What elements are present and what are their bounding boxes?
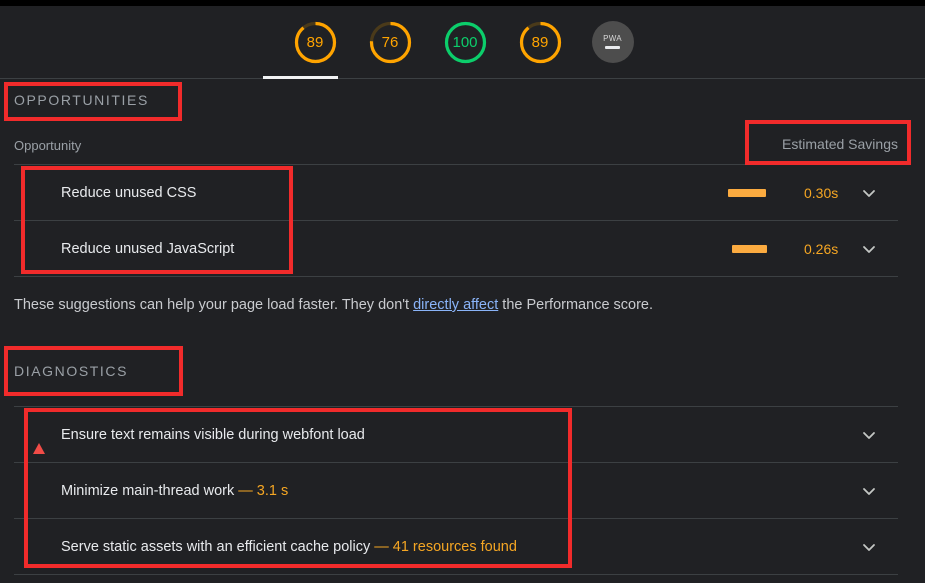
chevron-down-icon[interactable] [862,540,876,554]
diagnostic-row-main-thread-work[interactable]: Minimize main-thread work — 3.1 s [14,463,898,519]
active-tab-indicator [263,76,338,79]
pwa-dash-icon [605,46,620,49]
diagnostics-section-title: DIAGNOSTICS [14,363,129,379]
diagnostic-title: Minimize main-thread work — 3.1 s [61,483,288,499]
gauge-performance[interactable]: 89 [292,19,339,66]
lighthouse-report-panel: 89 76 100 89 PWA OPPORTUNITIES Opportuni… [0,0,925,583]
column-header-estimated-savings: Estimated Savings [782,136,898,152]
gauge-best-practices[interactable]: 100 [442,19,489,66]
diagnostic-row-cache-policy[interactable]: Serve static assets with an efficient ca… [14,519,898,575]
diagnostic-title-text: Minimize main-thread work [61,483,235,499]
divider [14,276,898,277]
opportunity-title: Reduce unused CSS [61,185,197,201]
diagnostic-title: Ensure text remains visible during webfo… [61,427,365,443]
savings-value: 0.30s [804,185,839,201]
savings-bar [732,245,767,253]
diagnostic-title-text: Ensure text remains visible during webfo… [61,427,365,443]
chevron-down-icon[interactable] [862,186,876,200]
column-header-opportunity: Opportunity [14,138,82,153]
opportunities-helper-text: These suggestions can help your page loa… [14,297,653,313]
gauge-accessibility[interactable]: 76 [367,19,414,66]
gauge-score-value: 89 [531,33,549,51]
opportunity-row-reduce-unused-css[interactable]: Reduce unused CSS 0.30s [14,165,898,221]
gauge-score-value: 76 [381,33,399,51]
diagnostic-row-webfont-load[interactable]: Ensure text remains visible during webfo… [14,407,898,463]
opportunity-row-reduce-unused-javascript[interactable]: Reduce unused JavaScript 0.26s [14,221,898,277]
score-gauges: 89 76 100 89 PWA [0,6,925,78]
diagnostic-title-text: Serve static assets with an efficient ca… [61,539,371,555]
chevron-down-icon[interactable] [862,484,876,498]
savings-bar [728,189,766,197]
triangle-icon [33,426,45,454]
savings-value: 0.26s [804,241,839,257]
pwa-label: PWA [603,34,622,43]
opportunities-section-title: OPPORTUNITIES [14,92,149,108]
gauge-seo[interactable]: 89 [517,19,564,66]
tab-rule [0,78,925,79]
opportunity-title: Reduce unused JavaScript [61,241,235,257]
diagnostic-title: Serve static assets with an efficient ca… [61,539,517,555]
chevron-down-icon[interactable] [862,428,876,442]
gauge-score-value: 100 [452,33,478,51]
gauge-pwa[interactable]: PWA [591,21,634,63]
gauge-score-value: 89 [306,33,324,51]
directly-affect-link[interactable]: directly affect [413,297,498,313]
chevron-down-icon[interactable] [862,242,876,256]
helper-text-before: These suggestions can help your page loa… [14,297,414,313]
diagnostic-detail: — 41 resources found [370,539,517,555]
diagnostic-detail: — 3.1 s [234,483,289,499]
divider [14,574,898,575]
helper-text-after: the Performance score. [498,297,654,313]
